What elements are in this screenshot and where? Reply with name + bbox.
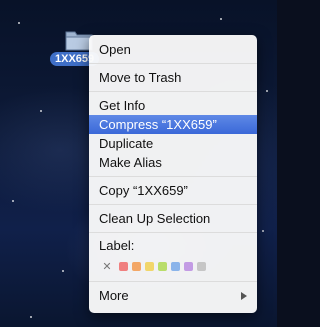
submenu-arrow-icon: [241, 292, 247, 300]
menu-item-compress[interactable]: Compress “1XX659”: [89, 115, 257, 134]
label-gray-swatch[interactable]: [197, 261, 206, 271]
star: [262, 230, 264, 232]
label-green-swatch[interactable]: [158, 261, 167, 271]
label-none-icon[interactable]: ✕: [101, 260, 113, 273]
menu-item-duplicate[interactable]: Duplicate: [89, 134, 257, 153]
label-purple-swatch[interactable]: [184, 261, 193, 271]
menu-separator: [89, 204, 257, 205]
menu-item-copy[interactable]: Copy “1XX659”: [89, 181, 257, 200]
star: [40, 110, 42, 112]
star: [12, 200, 14, 202]
menu-separator: [89, 63, 257, 64]
star: [266, 90, 268, 92]
menu-item-open[interactable]: Open: [89, 40, 257, 59]
menu-item-move-to-trash[interactable]: Move to Trash: [89, 68, 257, 87]
menu-separator: [89, 232, 257, 233]
menu-separator: [89, 281, 257, 282]
label-heading: Label:: [99, 238, 135, 253]
label-orange-swatch[interactable]: [132, 261, 141, 271]
menu-separator: [89, 91, 257, 92]
menu-item-clean-up-selection[interactable]: Clean Up Selection: [89, 209, 257, 228]
star: [30, 316, 32, 318]
menu-item-more[interactable]: More: [89, 286, 257, 305]
menu-item-get-info[interactable]: Get Info: [89, 96, 257, 115]
star: [18, 22, 20, 24]
menu-item-make-alias[interactable]: Make Alias: [89, 153, 257, 172]
star: [220, 18, 222, 20]
star: [62, 270, 64, 272]
menu-separator: [89, 176, 257, 177]
context-menu: Open Move to Trash Get Info Compress “1X…: [89, 35, 257, 313]
menu-item-more-label: More: [99, 288, 129, 303]
label-blue-swatch[interactable]: [171, 261, 180, 271]
label-yellow-swatch[interactable]: [145, 261, 154, 271]
label-red-swatch[interactable]: [119, 261, 128, 271]
label-color-swatches: ✕: [89, 255, 257, 277]
